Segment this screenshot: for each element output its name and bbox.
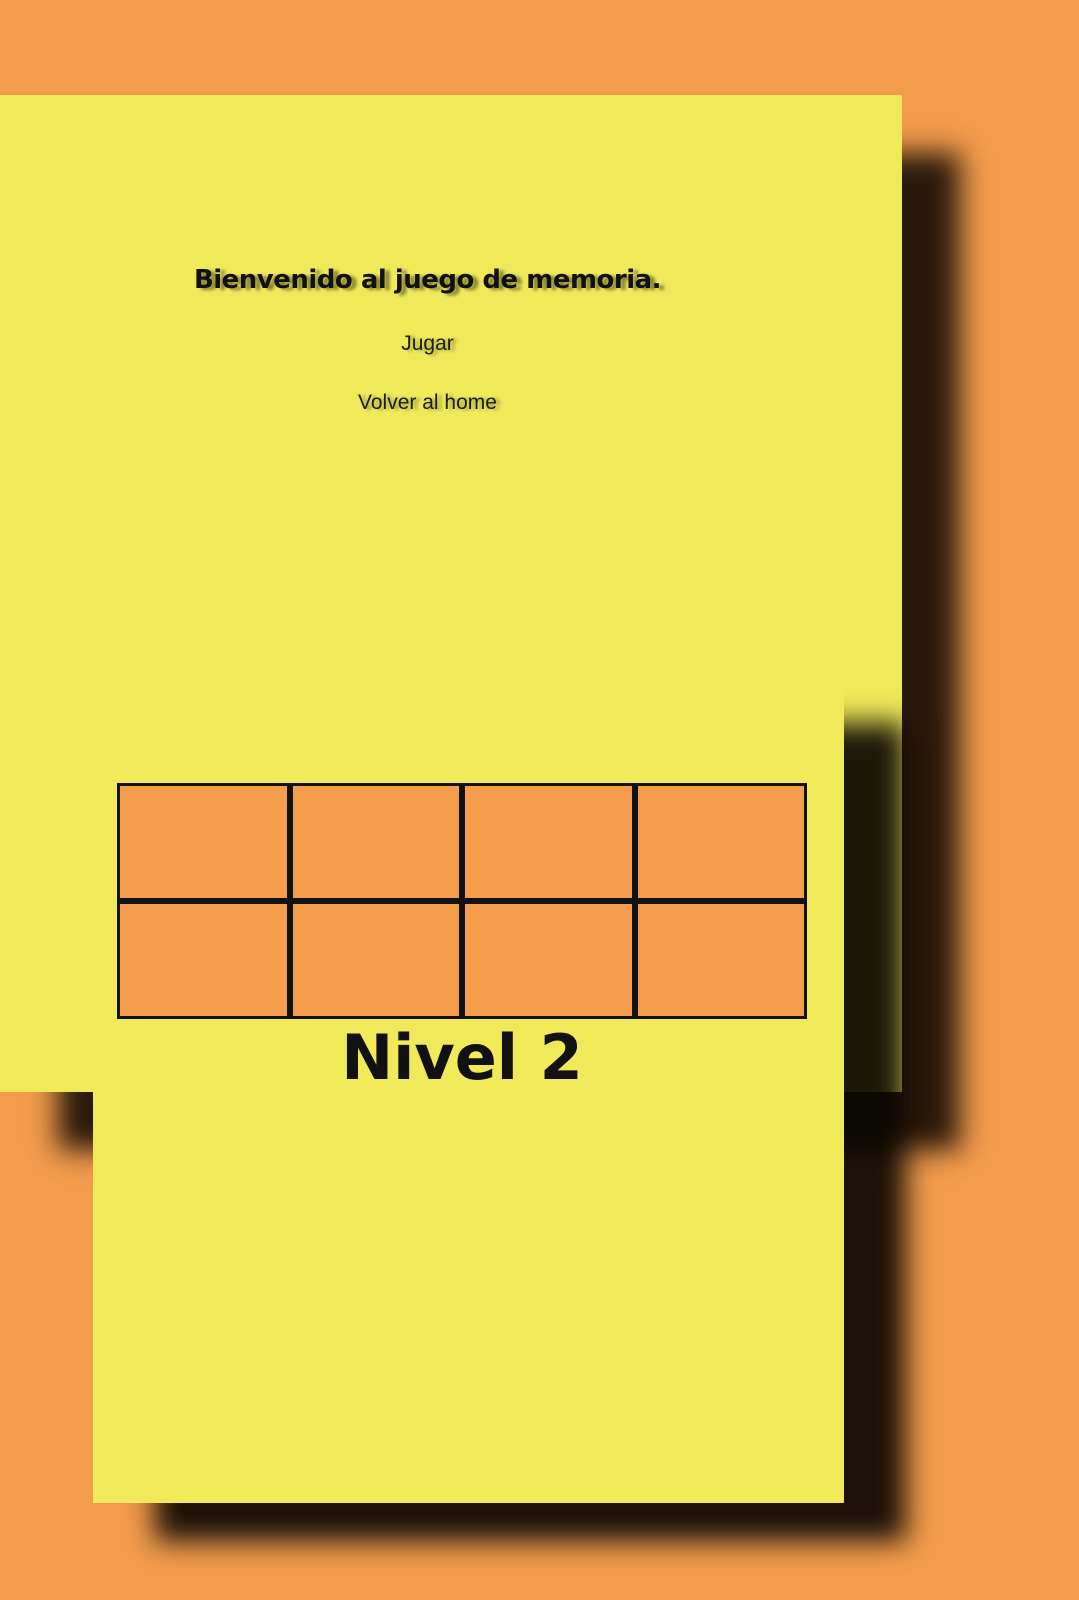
memory-card[interactable] [637,904,804,1016]
level-label: Nivel 2 [341,1021,583,1094]
memory-card[interactable] [120,904,287,1016]
welcome-title: Bienvenido al juego de memoria. [193,265,662,295]
memory-card[interactable] [120,786,287,898]
memory-board [117,783,807,1019]
game-screen: { "menu": { "title": "Bienvenido al jueg… [0,0,1079,1600]
back-home-link[interactable]: Volver al home [0,391,855,415]
memory-card[interactable] [465,786,632,898]
memory-card[interactable] [292,904,459,1016]
play-link[interactable]: Jugar [0,332,855,356]
memory-card[interactable] [637,786,804,898]
memory-card[interactable] [292,786,459,898]
memory-card[interactable] [465,904,632,1016]
level-panel: Nivel 2 [93,685,844,1503]
